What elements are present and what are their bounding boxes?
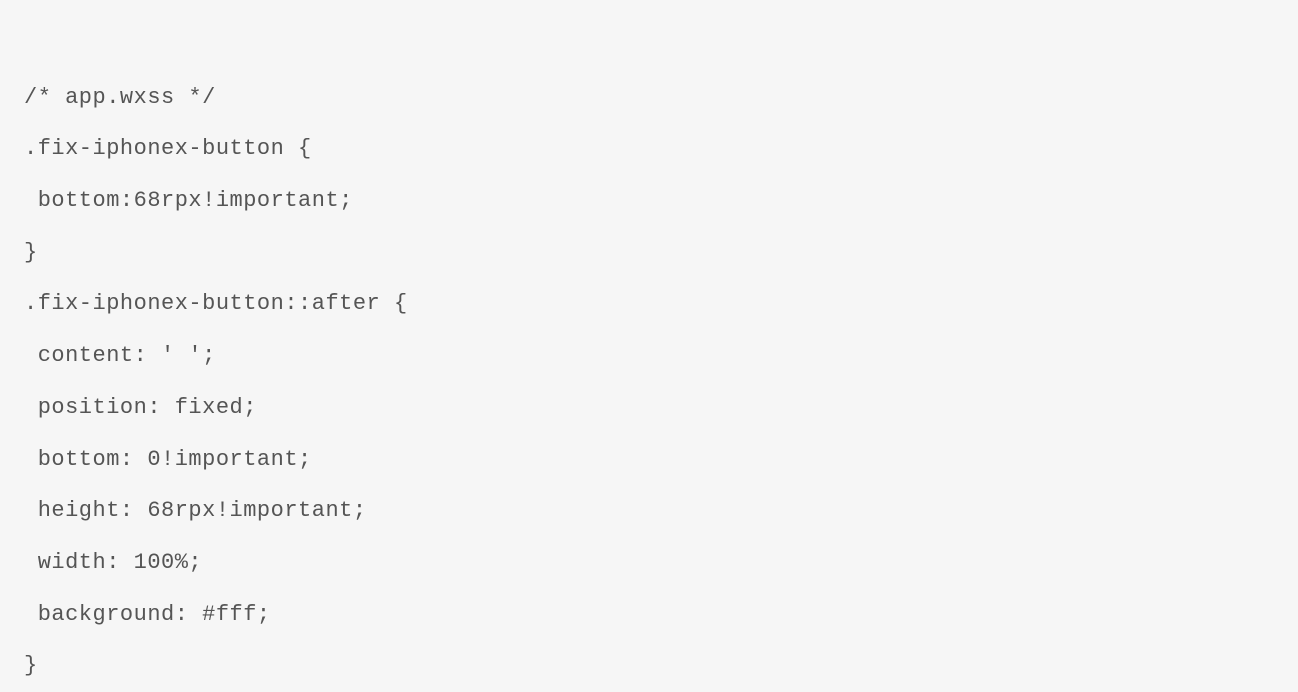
code-line: } — [24, 653, 38, 678]
code-line: height: 68rpx!important; — [24, 498, 367, 523]
code-line: position: fixed; — [24, 395, 257, 420]
code-block: /* app.wxss */ .fix-iphonex-button { bot… — [24, 20, 1274, 692]
code-line: bottom: 0!important; — [24, 447, 312, 472]
code-line: content: ' '; — [24, 343, 216, 368]
code-line: background: #fff; — [24, 602, 271, 627]
code-line: /* app.wxss */ — [24, 85, 216, 110]
code-line: width: 100%; — [24, 550, 202, 575]
code-line: .fix-iphonex-button { — [24, 136, 312, 161]
code-line: } — [24, 240, 38, 265]
code-line: bottom:68rpx!important; — [24, 188, 353, 213]
code-line: .fix-iphonex-button::after { — [24, 291, 408, 316]
